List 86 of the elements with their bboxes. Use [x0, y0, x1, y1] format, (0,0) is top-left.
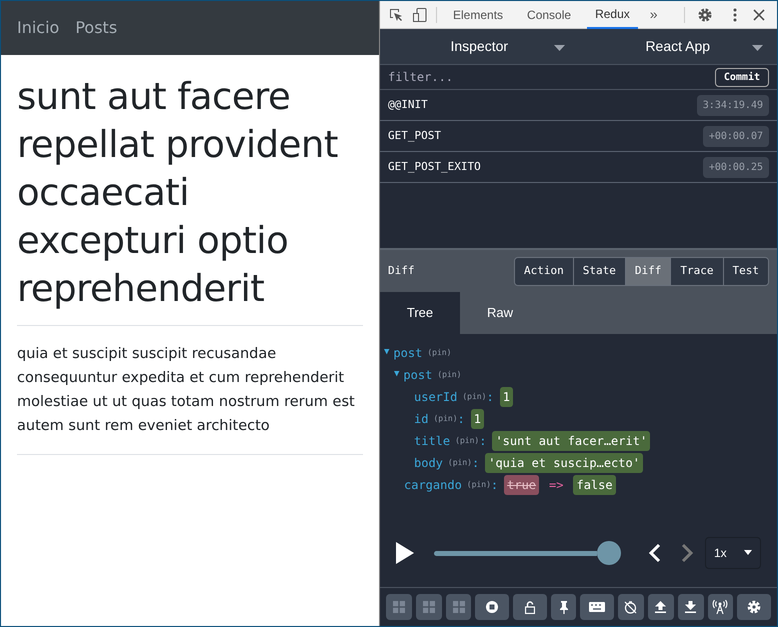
close-icon[interactable]: [753, 8, 765, 20]
timeline-slider[interactable]: [434, 540, 621, 564]
dropdown-caret-icon: [752, 45, 763, 51]
toolbar-button[interactable]: [708, 594, 734, 620]
pin-label[interactable]: (pin): [437, 369, 462, 381]
detail-tab[interactable]: State: [572, 258, 625, 284]
antenna-icon: [712, 600, 728, 614]
action-row[interactable]: @@INIT 3:34:19.49: [380, 90, 777, 121]
tree-key: body: [414, 454, 443, 472]
toolbar-button[interactable]: [513, 594, 547, 620]
filter-field[interactable]: filter...: [388, 68, 588, 86]
toolbar-button[interactable]: [550, 594, 576, 620]
expand-toggle[interactable]: ▼: [384, 346, 390, 360]
keyboard-icon: [589, 602, 606, 612]
devtools-tab[interactable]: Console: [519, 0, 580, 28]
pushpin-icon: [560, 600, 568, 614]
download-icon: [685, 601, 696, 613]
pin-label[interactable]: (pin): [433, 413, 458, 425]
crossed-timer-icon: [624, 600, 638, 614]
action-time: +00:00.25: [702, 156, 769, 178]
instance-dropdown[interactable]: React App: [578, 29, 777, 64]
post-title: sunt aut facere repellat provident occaecati excepturi optio reprehenderit: [17, 73, 363, 326]
settings-icon: [747, 600, 762, 614]
inspect-icon[interactable]: [388, 6, 404, 22]
device-toggle-icon[interactable]: [412, 6, 428, 22]
dropdown-caret-icon: [554, 45, 564, 51]
detail-tab[interactable]: Action: [515, 258, 573, 284]
detail-tab[interactable]: Test: [722, 258, 768, 284]
key-colon: :: [486, 389, 494, 406]
view-tab[interactable]: Tree: [380, 292, 460, 334]
more-options-icon[interactable]: [733, 8, 737, 22]
upload-icon: [655, 601, 666, 613]
pin-label[interactable]: (pin): [455, 435, 480, 447]
pin-label[interactable]: (pin): [427, 347, 452, 359]
monitor-dropdown[interactable]: Inspector: [380, 29, 578, 64]
action-time: 3:34:19.49: [696, 94, 769, 116]
toolbar-button[interactable]: [580, 594, 614, 620]
dock-layout-icon: [452, 601, 465, 613]
key-colon: :: [490, 477, 498, 494]
tree-key: userId: [414, 388, 458, 406]
play-icon[interactable]: [396, 542, 414, 564]
record-icon: [486, 601, 498, 613]
toolbar-button[interactable]: [678, 594, 704, 620]
dock-layout-icon: [392, 601, 405, 613]
tree-key: post: [393, 344, 422, 362]
detail-tab[interactable]: Trace: [670, 258, 722, 284]
slider-thumb[interactable]: [597, 540, 621, 564]
post-body: quia et suscipit suscipit recusandae consequuntur expedita et cum reprehenderit molestiae ut ut quas totam nostrum rerum est autem sunt rem eveniet architecto: [17, 326, 363, 455]
tree-key: title: [414, 432, 450, 450]
added-value: 'quia et suscip…ecto': [485, 453, 643, 473]
added-value: 1: [500, 387, 513, 407]
toolbar-button[interactable]: [737, 594, 771, 620]
key-colon: :: [472, 455, 480, 472]
pin-label[interactable]: (pin): [448, 457, 472, 469]
lock-icon: [524, 600, 535, 614]
toolbar-button[interactable]: [618, 594, 644, 620]
devtools-tab[interactable]: Elements: [445, 0, 512, 28]
toolbar-button[interactable]: [475, 594, 510, 620]
action-row[interactable]: GET_POST +00:00.07: [380, 121, 777, 152]
expand-toggle[interactable]: ▼: [394, 368, 400, 382]
dropdown-caret-icon: [744, 550, 752, 555]
tree-key: id: [414, 410, 428, 428]
added-value: false: [573, 475, 616, 495]
added-value: 'sunt aut facer…erit': [492, 431, 650, 451]
dock-layout-icon: [422, 601, 435, 613]
change-arrow: =>: [549, 477, 564, 494]
key-colon: :: [458, 411, 465, 428]
removed-value: true: [504, 475, 540, 495]
tree-key: cargando: [404, 476, 462, 494]
action-time: +00:00.07: [702, 126, 769, 146]
previous-icon[interactable]: [649, 542, 661, 562]
detail-title: Diff: [388, 262, 414, 279]
settings-icon[interactable]: [697, 6, 713, 22]
added-value: 1: [470, 409, 484, 429]
more-tabs-button[interactable]: »: [646, 4, 662, 25]
nav-link[interactable]: Inicio: [17, 16, 60, 40]
pin-label[interactable]: (pin): [466, 479, 491, 491]
action-row[interactable]: GET_POST_EXITO +00:00.25: [380, 152, 777, 183]
toolbar-button[interactable]: [648, 594, 674, 620]
tree-key: post: [403, 366, 432, 384]
nav-link[interactable]: Posts: [75, 16, 118, 40]
commit-button[interactable]: Commit: [714, 68, 769, 86]
key-colon: :: [479, 433, 486, 450]
pin-label[interactable]: (pin): [462, 391, 486, 403]
speed-dropdown[interactable]: 1x: [705, 536, 761, 568]
detail-tab[interactable]: Diff: [624, 258, 670, 284]
